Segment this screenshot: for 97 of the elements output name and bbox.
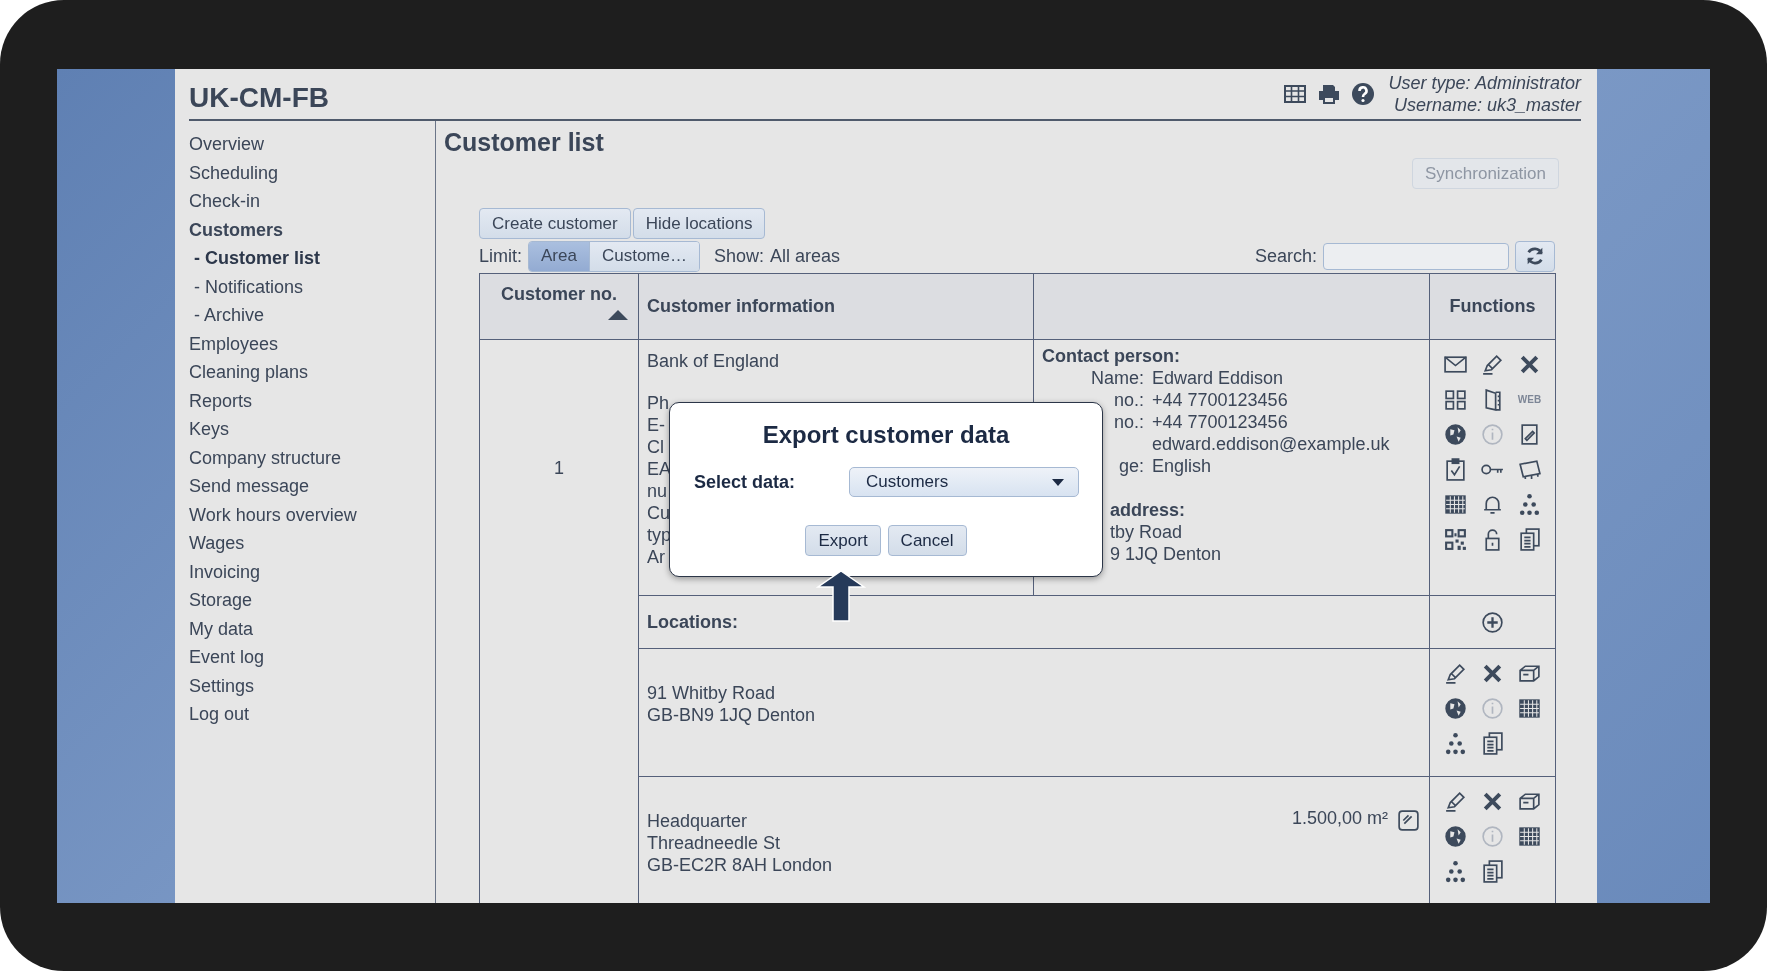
field-label: Cu <box>647 502 670 524</box>
field-label: Ar <box>647 546 666 568</box>
limit-option[interactable]: Custome… <box>588 241 699 271</box>
sidebar-item[interactable]: Employees <box>189 329 279 358</box>
cubes-icon[interactable] <box>1443 387 1468 412</box>
address-line: 9 1JQ Denton <box>1110 543 1223 565</box>
search-field[interactable] <box>1323 242 1509 270</box>
column-header[interactable]: Customer no. <box>479 273 639 340</box>
field-label: Ph <box>647 392 670 414</box>
pencil-icon[interactable] <box>1443 789 1468 814</box>
hierarchy-icon[interactable] <box>1443 859 1468 884</box>
sidebar-item[interactable]: Check-in <box>189 187 261 216</box>
documents-icon[interactable] <box>1480 859 1505 884</box>
calendar-icon[interactable] <box>1517 824 1542 849</box>
refresh-button[interactable] <box>1515 240 1555 272</box>
help-icon[interactable] <box>1350 82 1375 106</box>
sidebar-item[interactable]: Wages <box>189 529 245 558</box>
field-value: +44 7700123456 <box>1152 411 1288 433</box>
field-value: +44 7700123456 <box>1152 389 1288 411</box>
action-button[interactable]: Hide locations <box>632 208 766 239</box>
calendar-icon[interactable] <box>1517 696 1542 721</box>
sidebar-item[interactable]: Event log <box>189 643 265 672</box>
clipboard-check-icon[interactable] <box>1443 457 1468 482</box>
sidebar-subitem[interactable]: - Archive <box>189 301 265 330</box>
username: Username: uk3_master <box>1393 94 1581 116</box>
show-value: All areas <box>770 245 841 267</box>
field-label: Name: <box>1091 367 1144 389</box>
address-line: 91 Whitby Road <box>647 682 777 704</box>
dialog-button[interactable]: Export <box>805 525 881 556</box>
globe-icon[interactable] <box>1443 422 1468 447</box>
field-label: no.: <box>1113 389 1144 411</box>
show-label: Show: <box>713 245 764 267</box>
address-line: tby Road <box>1110 521 1184 543</box>
sidebar-item[interactable]: Company structure <box>189 443 342 472</box>
limit-option[interactable]: Area <box>529 241 589 271</box>
field-label: Cl <box>647 436 665 458</box>
globe-icon[interactable] <box>1443 696 1468 721</box>
sidebar-item[interactable]: Cleaning plans <box>189 358 309 387</box>
field-value: Edward Eddison <box>1152 367 1284 389</box>
field-value: English <box>1152 455 1212 477</box>
sidebar-item[interactable]: Scheduling <box>189 158 279 187</box>
user-type: User type: Administrator <box>1388 72 1581 94</box>
sidebar-subitem[interactable]: - Customer list <box>189 244 321 273</box>
customer-name: Bank of England <box>647 350 781 372</box>
qr-code-icon[interactable] <box>1443 527 1468 552</box>
hierarchy-icon[interactable] <box>1517 492 1542 517</box>
field-value: edward.eddison@example.uk <box>1152 433 1390 455</box>
sidebar-item[interactable]: Send message <box>189 472 310 501</box>
column-header: Functions <box>1429 273 1556 340</box>
page-title: Customer list <box>444 127 604 157</box>
sidebar-item[interactable]: Log out <box>189 700 250 729</box>
address-line: Headquarter <box>647 810 749 832</box>
caret-icon <box>1052 478 1064 486</box>
sidebar-item[interactable]: Overview <box>189 130 264 159</box>
sidebar-item[interactable]: My data <box>189 614 254 643</box>
print-icon[interactable] <box>1316 82 1341 106</box>
data-select[interactable]: Customers <box>849 467 1079 497</box>
field-label: nu <box>647 480 669 502</box>
sidebar-item[interactable]: Settings <box>189 671 255 700</box>
address-line: Threadneedle St <box>647 832 782 854</box>
dialog-title: Export customer data <box>761 421 1011 449</box>
pencil-icon[interactable] <box>1480 352 1505 377</box>
search-label: Search: <box>1254 245 1317 267</box>
sidebar-item[interactable]: Reports <box>189 386 253 415</box>
map-icon[interactable] <box>1517 457 1542 482</box>
hierarchy-icon[interactable] <box>1443 731 1468 756</box>
address-line: GB-BN9 1JQ Denton <box>647 704 816 726</box>
app-title: UK-CM-FB <box>189 81 329 114</box>
sidebar-item[interactable]: Storage <box>189 586 253 615</box>
field-label: ge: <box>1118 455 1144 477</box>
globe-icon[interactable] <box>1443 824 1468 849</box>
field-label: no.: <box>1113 411 1144 433</box>
pencil-icon[interactable] <box>1443 661 1468 686</box>
action-button[interactable]: Create customer <box>479 208 631 239</box>
limit-label: Limit: <box>479 245 522 267</box>
area-value: 1.500,00 m² <box>1291 808 1388 829</box>
documents-icon[interactable] <box>1480 731 1505 756</box>
area-icon[interactable] <box>1396 808 1421 833</box>
field-label: E- <box>647 414 666 436</box>
sidebar-item[interactable]: Keys <box>189 415 230 444</box>
table-cell: 1 <box>479 339 639 903</box>
add-icon[interactable] <box>1480 609 1505 635</box>
sort-ascending-icon <box>608 310 628 320</box>
field-label: Select data: <box>694 471 797 493</box>
dialog-button[interactable]: Cancel <box>887 525 967 556</box>
table-icon[interactable] <box>1282 82 1307 106</box>
address-heading: address: <box>1110 499 1187 521</box>
contact-heading: Contact person: <box>1042 345 1181 367</box>
refresh-icon <box>1524 245 1546 267</box>
address-line: GB-EC2R 8AH London <box>647 854 833 876</box>
column-header: Customer information <box>638 273 1034 340</box>
documents-icon[interactable] <box>1517 527 1542 552</box>
sidebar-subitem[interactable]: - Notifications <box>189 272 304 301</box>
calendar-icon[interactable] <box>1443 492 1468 517</box>
sidebar-item[interactable]: Customers <box>189 215 284 244</box>
sidebar-item[interactable]: Invoicing <box>189 557 261 586</box>
sidebar-item[interactable]: Work hours overview <box>189 500 357 529</box>
